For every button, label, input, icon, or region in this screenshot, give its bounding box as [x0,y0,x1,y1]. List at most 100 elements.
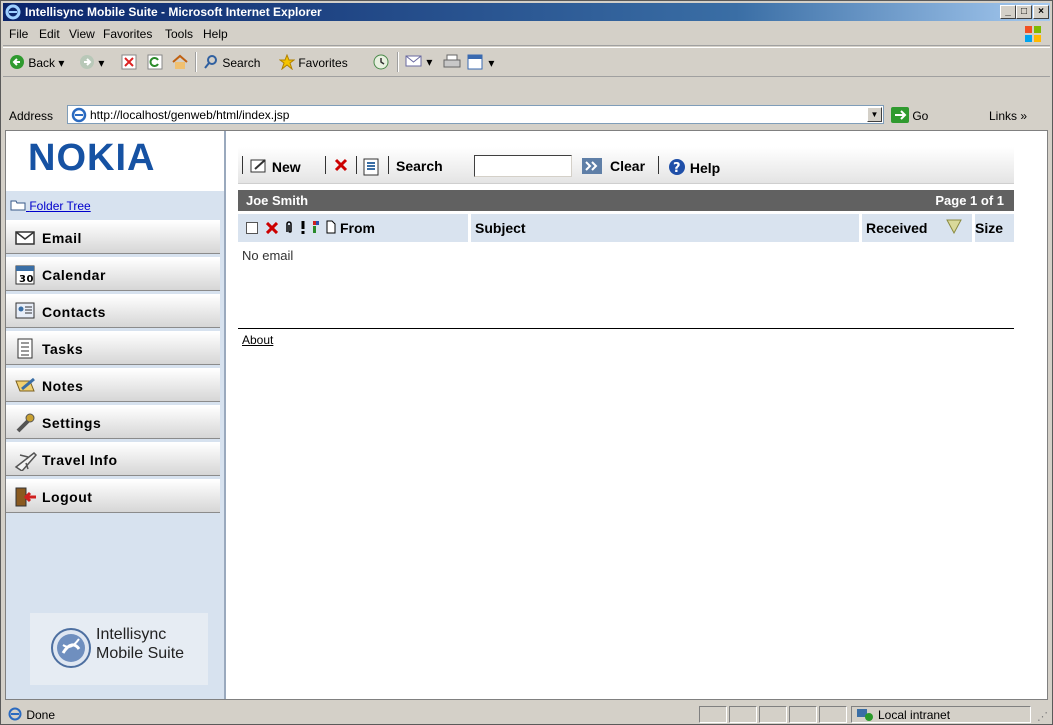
menu-help[interactable]: Help [203,27,228,41]
from-column-header[interactable]: From [238,214,468,242]
nav-calendar[interactable]: 30 Calendar [6,257,220,291]
resize-grip[interactable]: ⋰ [1037,710,1048,723]
mail-column-headers: From Subject Received Size [238,214,1014,242]
print-icon[interactable] [443,54,461,70]
address-field[interactable]: http://localhost/genweb/html/index.jsp ▼ [67,105,884,124]
intranet-zone-icon [857,709,873,721]
received-header-label: Received [866,220,928,236]
magnifier-icon [204,55,217,69]
menu-tools[interactable]: Tools [165,27,193,41]
subject-header-label: Subject [475,220,526,236]
nav-tasks[interactable]: Tasks [6,331,220,365]
maximize-button[interactable]: □ [1016,5,1032,19]
size-header-label: Size [975,220,1004,236]
back-button[interactable]: Back ▾ [9,54,64,70]
help-circle-icon: ? [669,159,685,176]
status-panel [819,706,847,723]
help-button[interactable]: ? Help [668,158,720,176]
go-button[interactable]: Go [891,107,928,123]
mail-search-input[interactable] [474,155,572,177]
back-label: Back [28,56,56,70]
refresh-icon[interactable] [147,54,163,70]
new-button[interactable]: New [250,158,301,175]
user-name: Joe Smith [246,193,309,208]
search-label: Search [222,56,261,70]
clear-button[interactable]: Clear [610,158,645,174]
stop-icon[interactable] [121,54,137,70]
nav-logout[interactable]: Logout [6,479,220,513]
airplane-icon [14,452,38,471]
security-zone[interactable]: Local intranet [851,706,1031,723]
favorites-button[interactable]: Favorites [278,53,348,71]
history-icon[interactable] [373,54,389,70]
page-indicator: Page 1 of 1 [935,193,1004,208]
status-bar: Done Local intranet ⋰ [3,704,1050,724]
search-go-icon[interactable] [582,158,602,174]
home-icon[interactable] [171,54,189,70]
menu-file[interactable]: File [9,27,28,41]
nav-email[interactable]: Email [6,220,220,254]
priority-icon [301,221,305,234]
address-bar: Address http://localhost/genweb/html/ind… [3,102,1050,128]
page-ie-icon [71,107,87,123]
select-all-checkbox[interactable] [246,222,258,234]
nav-tasks-label: Tasks [42,341,84,357]
mail-icon [405,55,422,67]
delete-column-icon [266,222,278,234]
edit-page-icon [467,54,483,70]
nav-travel-info[interactable]: Travel Info [6,442,220,476]
menu-favorites[interactable]: Favorites [103,27,152,41]
size-column-header[interactable]: Size [975,214,1014,242]
search-button[interactable]: Search [203,54,260,70]
notes-icon [15,377,35,392]
status-panel [699,706,727,723]
action-divider [388,156,389,174]
received-column-header[interactable]: Received [862,214,972,242]
action-divider [325,156,326,174]
nav-settings[interactable]: Settings [6,405,220,439]
mail-button[interactable]: ▾ [405,54,432,69]
svg-text:?: ? [673,161,681,176]
windows-flag-icon [1025,26,1041,42]
action-divider [658,156,659,174]
menu-view[interactable]: View [69,27,95,41]
wrench-icon [16,413,35,433]
action-divider [356,156,357,174]
folder-tree-link[interactable]: Folder Tree [10,199,91,213]
subject-column-header[interactable]: Subject [471,214,859,242]
page-content: NOKIA Folder Tree Email 30 Calendar Cont… [5,130,1048,700]
read-status-icon [326,220,336,234]
back-arrow-icon [10,55,24,69]
menu-edit[interactable]: Edit [39,27,60,41]
help-label: Help [689,160,721,176]
nav-settings-label: Settings [42,415,102,431]
status-panel [759,706,787,723]
minimize-button[interactable]: _ [1000,5,1016,19]
close-button[interactable]: × [1033,5,1049,19]
sort-descending-icon[interactable] [946,218,962,234]
about-link[interactable]: About [242,333,273,347]
forward-button[interactable]: ▾ [79,54,104,70]
status-text: Done [26,708,56,722]
links-button[interactable]: Links » [989,109,1027,123]
nav-contacts[interactable]: Contacts [6,294,220,328]
nav-calendar-label: Calendar [42,267,106,283]
zone-label: Local intranet [878,708,951,722]
nav-contacts-label: Contacts [42,304,106,320]
nokia-logo: NOKIA [6,131,224,191]
nav-travel-info-label: Travel Info [42,452,118,468]
svg-text:30: 30 [19,274,34,285]
address-label: Address [9,109,54,123]
go-arrow-icon [891,107,909,123]
nav-logout-label: Logout [42,489,93,505]
move-to-folder-icon[interactable] [362,158,380,176]
intellisync-swirl-icon [51,628,91,668]
nav-notes[interactable]: Notes [6,368,220,402]
address-dropdown-button[interactable]: ▼ [867,107,882,122]
mailbox-header: Joe Smith Page 1 of 1 [238,190,1014,211]
compose-icon [250,159,266,173]
envelope-icon [15,231,35,245]
browser-window: Intellisync Mobile Suite - Microsoft Int… [0,0,1053,725]
delete-icon[interactable] [334,158,348,172]
edit-button[interactable]: ▾ [467,54,494,70]
